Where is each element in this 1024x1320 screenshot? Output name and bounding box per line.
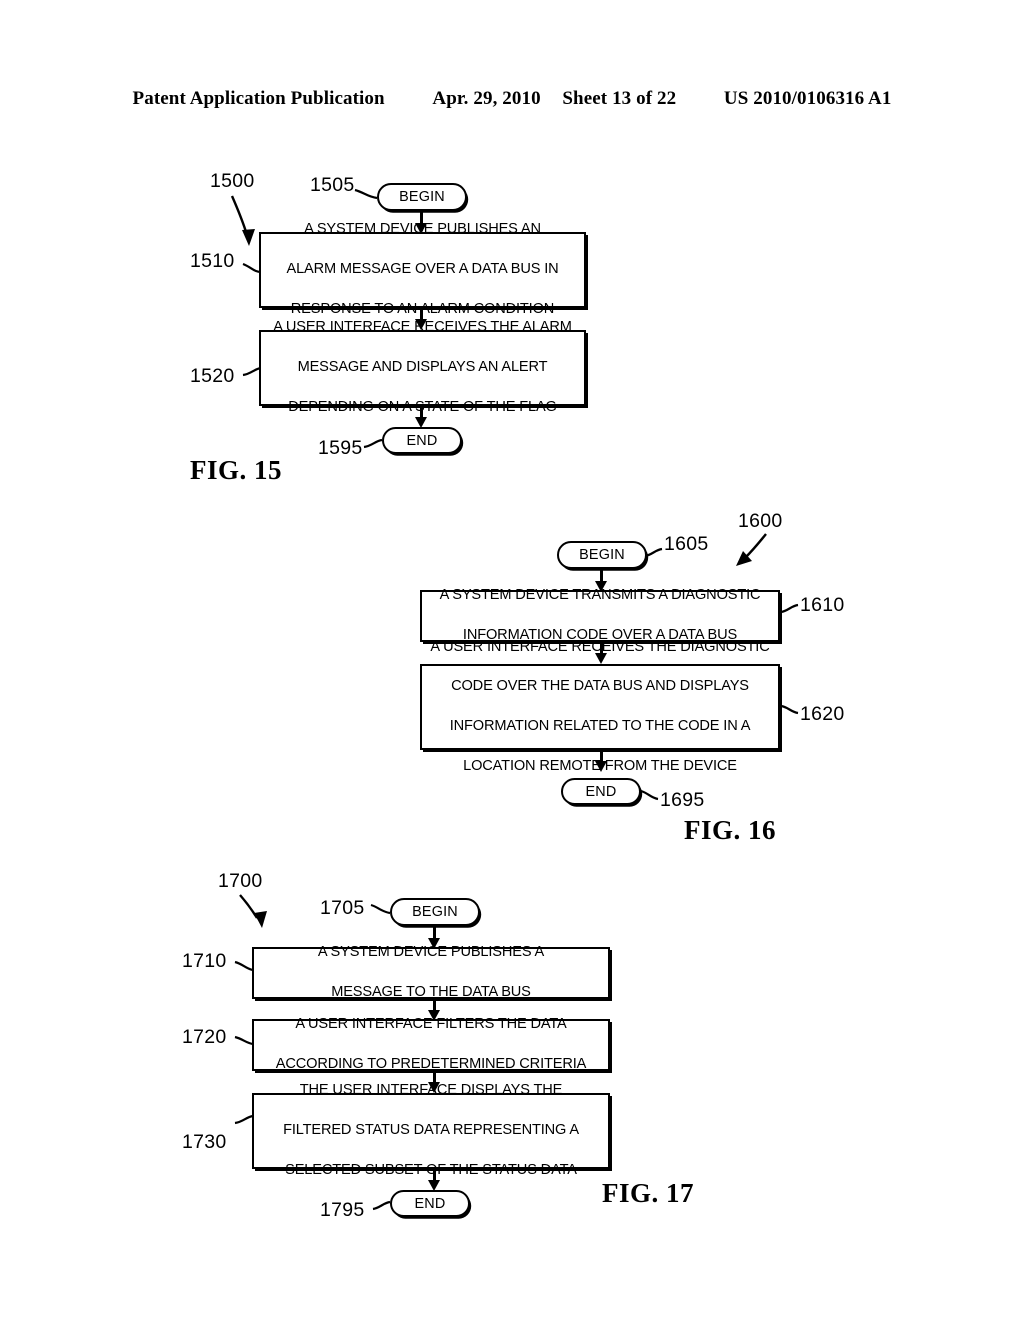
- process-box-1620: A USER INTERFACE RECEIVES THE DIAGNOSTIC…: [420, 639, 780, 774]
- terminator-label: BEGIN: [399, 189, 445, 205]
- box-line: A SYSTEM DEVICE TRANSMITS A DIAGNOSTIC: [439, 587, 761, 604]
- terminator-label: END: [414, 1195, 446, 1212]
- box-line: CODE OVER THE DATA BUS AND DISPLAYS: [451, 678, 749, 695]
- terminator-label: BEGIN: [412, 904, 458, 920]
- header-document-number: US 2010/0106316 A1: [723, 88, 892, 109]
- page-header: Patent Application Publication Apr. 29, …: [0, 88, 1024, 110]
- terminator-label: BEGIN: [579, 547, 625, 563]
- box-line: RESPONSE TO AN ALARM CONDITION: [290, 300, 555, 317]
- header-sheet: Sheet 13 of 22: [562, 88, 677, 109]
- box-line: INFORMATION RELATED TO THE CODE IN A: [449, 717, 751, 734]
- box-line: A SYSTEM DEVICE PUBLISHES AN: [304, 221, 541, 238]
- terminator-end-1595: END: [382, 427, 462, 454]
- box-line: A SYSTEM DEVICE PUBLISHES A: [317, 944, 545, 961]
- box-line: ALARM MESSAGE OVER A DATA BUS IN: [286, 261, 559, 278]
- refnum-1600: 1600: [738, 510, 783, 532]
- refnum-1595: 1595: [318, 437, 363, 459]
- terminator-label: END: [406, 432, 438, 449]
- terminator-end-1795: END: [390, 1190, 470, 1217]
- figure-caption-15: FIG. 15: [190, 455, 283, 485]
- refnum-1610: 1610: [800, 594, 845, 616]
- box-line: DEPENDING ON A STATE OF THE FLAG: [288, 398, 557, 415]
- figure-caption-16: FIG. 16: [684, 815, 777, 845]
- header-date: Apr. 29, 2010: [432, 88, 541, 109]
- box-line: A USER INTERFACE RECEIVES THE ALARM: [273, 319, 572, 336]
- process-box-1510: A SYSTEM DEVICE PUBLISHES AN ALARM MESSA…: [259, 221, 586, 317]
- refnum-1510: 1510: [190, 250, 235, 272]
- refnum-1500: 1500: [210, 170, 255, 192]
- box-line: THE USER INTERFACE DISPLAYS THE: [299, 1082, 563, 1099]
- refnum-1730: 1730: [182, 1131, 227, 1153]
- box-line: MESSAGE AND DISPLAYS AN ALERT: [297, 359, 548, 376]
- refnum-1700: 1700: [218, 870, 263, 892]
- refnum-1605: 1605: [664, 533, 709, 555]
- terminator-label: END: [585, 783, 617, 800]
- terminator-begin-1605: BEGIN: [557, 541, 647, 569]
- terminator-begin-1705: BEGIN: [390, 898, 480, 926]
- box-line: FILTERED STATUS DATA REPRESENTING A: [283, 1122, 579, 1139]
- refnum-1620: 1620: [800, 703, 845, 725]
- process-box-1710: A SYSTEM DEVICE PUBLISHES A MESSAGE TO T…: [252, 944, 610, 1000]
- process-box-1730: THE USER INTERFACE DISPLAYS THE FILTERED…: [252, 1082, 610, 1178]
- process-box-1610: A SYSTEM DEVICE TRANSMITS A DIAGNOSTIC I…: [420, 587, 780, 643]
- refnum-1720: 1720: [182, 1026, 227, 1048]
- header-publication: Patent Application Publication: [132, 88, 385, 109]
- refnum-1710: 1710: [182, 950, 227, 972]
- box-line: ACCORDING TO PREDETERMINED CRITERIA: [275, 1055, 587, 1072]
- terminator-end-1695: END: [561, 778, 641, 805]
- refnum-1695: 1695: [660, 789, 705, 811]
- process-box-1520: A USER INTERFACE RECEIVES THE ALARM MESS…: [259, 319, 586, 415]
- refnum-1505: 1505: [310, 174, 355, 196]
- figure-caption-17: FIG. 17: [602, 1178, 695, 1208]
- box-line: MESSAGE TO THE DATA BUS: [331, 983, 531, 1000]
- refnum-1520: 1520: [190, 365, 235, 387]
- arrowhead-1620-1695: [595, 761, 607, 772]
- box-line: A USER INTERFACE RECEIVES THE DIAGNOSTIC: [430, 638, 770, 655]
- terminator-begin-1505: BEGIN: [377, 183, 467, 211]
- box-line: A USER INTERFACE FILTERS THE DATA: [295, 1016, 567, 1033]
- refnum-1795: 1795: [320, 1199, 365, 1221]
- refnum-1705: 1705: [320, 897, 365, 919]
- process-box-1720: A USER INTERFACE FILTERS THE DATA ACCORD…: [252, 1016, 610, 1072]
- box-line: SELECTED SUBSET OF THE STATUS DATA: [285, 1161, 577, 1178]
